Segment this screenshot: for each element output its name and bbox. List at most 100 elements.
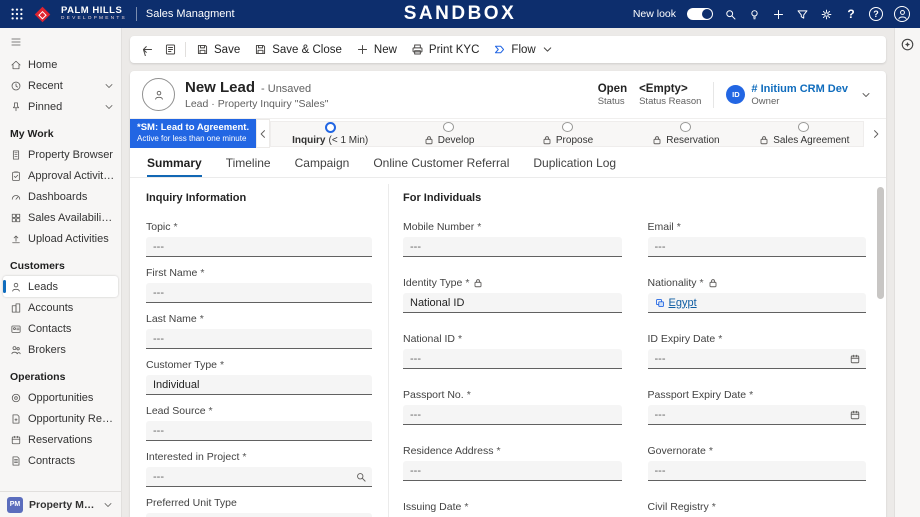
sidebar-item-contacts[interactable]: Contacts [0,318,121,339]
passport-no-input[interactable]: --- [403,405,622,425]
mobile-number-input[interactable]: --- [403,237,622,257]
required-marker: * [677,221,681,233]
nationality-value-link[interactable]: Egypt [669,297,697,309]
tab-campaign[interactable]: Campaign [295,156,350,177]
calendar-icon[interactable] [849,353,861,365]
id-expiry-date-input[interactable]: --- [648,349,867,369]
clock-icon [10,80,22,92]
new-button[interactable]: New [349,39,404,60]
required-marker: * [709,445,713,457]
bpf-stage-develop[interactable]: Develop [389,122,507,146]
bpf-next-button[interactable] [870,119,882,149]
sidebar-item-home[interactable]: Home [0,54,121,75]
area-switcher[interactable]: PM Property Manage... [0,491,121,517]
stage-circle [798,122,809,132]
new-look-toggle[interactable] [687,8,713,20]
field-lead-source: Lead Source* --- [146,405,372,441]
nationality-input[interactable]: Egypt [648,293,867,313]
required-marker: * [712,501,716,513]
search-icon[interactable] [355,471,367,483]
bpf-collapse-button[interactable] [256,119,270,148]
topic-input[interactable]: --- [146,237,372,257]
required-marker: * [200,313,204,325]
sidebar-item-contracts[interactable]: Contracts [0,450,121,471]
required-marker: * [200,267,204,279]
residence-address-input[interactable]: --- [403,461,622,481]
bpf-stage-sales-agreement[interactable]: Sales Agreement [745,122,863,146]
first-name-input[interactable]: --- [146,283,372,303]
bpf-active-stage-flyout[interactable]: *SM: Lead to Agreement... Active for les… [130,119,256,148]
filter-icon[interactable] [796,8,809,21]
tab-summary[interactable]: Summary [147,156,202,177]
governorate-input[interactable]: --- [648,461,867,481]
scrollbar-thumb[interactable] [877,187,884,299]
copilot-icon[interactable] [900,37,915,517]
sidebar-item-pinned[interactable]: Pinned [0,96,121,117]
bpf-stage-inquiry[interactable]: Inquiry (< 1 Min) [271,122,389,146]
sidebar-item-property-browser[interactable]: Property Browser [0,144,121,165]
last-name-input[interactable]: --- [146,329,372,349]
required-marker: * [496,445,500,457]
required-marker: * [174,221,178,233]
field-mobile-number: Mobile Number* --- [403,221,622,257]
tab-timeline[interactable]: Timeline [226,156,271,177]
app-launcher-icon[interactable] [10,7,24,21]
field-governorate: Governorate* --- [648,445,867,481]
owner-link[interactable]: # Initium CRM Dev [751,83,848,95]
sidebar-item-brokers[interactable]: Brokers [0,339,121,360]
email-input[interactable]: --- [648,237,867,257]
required-marker: * [467,389,471,401]
calendar-icon[interactable] [849,409,861,421]
preferred-unit-type-input[interactable]: --- [146,513,372,517]
feedback-icon[interactable] [869,7,883,21]
lightbulb-icon[interactable] [748,8,761,21]
command-bar-divider [185,42,186,57]
tab-duplication-log[interactable]: Duplication Log [533,156,616,177]
passport-expiry-date-input[interactable]: --- [648,405,867,425]
sidebar-item-dashboards[interactable]: Dashboards [0,186,121,207]
save-button[interactable]: Save [189,39,247,60]
clipboard-check-icon [10,170,22,182]
sidebar-item-leads[interactable]: Leads [3,276,118,297]
gear-icon[interactable] [820,8,833,21]
lock-icon [707,277,719,289]
sidebar-item-sales-availability[interactable]: Sales Availability R... [0,207,121,228]
lead-source-input[interactable]: --- [146,421,372,441]
sidebar-item-approval-activities[interactable]: Approval Activities [0,165,121,186]
sidebar-item-accounts[interactable]: Accounts [0,297,121,318]
plus-icon[interactable] [772,8,785,21]
sidebar-item-reservations[interactable]: Reservations [0,429,121,450]
header-chevron-icon[interactable] [860,89,872,101]
national-id-input[interactable]: --- [403,349,622,369]
chevron-down-icon[interactable] [103,101,115,113]
flow-button[interactable]: Flow [486,39,560,60]
identity-type-input[interactable]: National ID [403,293,622,313]
app-name[interactable]: Sales Managment [146,8,235,20]
form-scrollbar[interactable] [877,183,884,513]
sidebar-item-recent[interactable]: Recent [0,75,121,96]
bpf-stage-propose[interactable]: Propose [508,122,626,146]
help-icon[interactable] [844,7,858,21]
contact-card-icon [10,323,22,335]
section-for-individuals: For Individuals Mobile Number* --- Email… [389,178,886,517]
bpf-stage-reservation[interactable]: Reservation [626,122,744,146]
form-icon[interactable] [159,39,182,60]
user-avatar[interactable] [894,6,910,22]
sidebar-item-opportunity-requests[interactable]: Opportunity Requ... [0,408,121,429]
record-subtitle[interactable]: Lead · Property Inquiry "Sales" [185,98,328,110]
customer-type-input[interactable]: Individual [146,375,372,395]
save-and-close-button[interactable]: Save & Close [247,39,349,60]
sidebar-item-opportunities[interactable]: Opportunities [0,387,121,408]
required-marker: * [477,221,481,233]
back-button[interactable] [136,39,159,60]
tab-online-customer-referral[interactable]: Online Customer Referral [373,156,509,177]
print-kyc-button[interactable]: Print KYC [404,39,487,60]
sidebar-item-upload-activities[interactable]: Upload Activities [0,228,121,249]
lock-icon [651,134,663,146]
hamburger-menu-icon[interactable] [0,28,121,54]
search-icon[interactable] [724,8,737,21]
save-icon [196,43,209,56]
field-preferred-unit-type: Preferred Unit Type --- [146,497,372,517]
interested-in-project-input[interactable]: --- [146,467,372,487]
chevron-down-icon[interactable] [103,80,115,92]
